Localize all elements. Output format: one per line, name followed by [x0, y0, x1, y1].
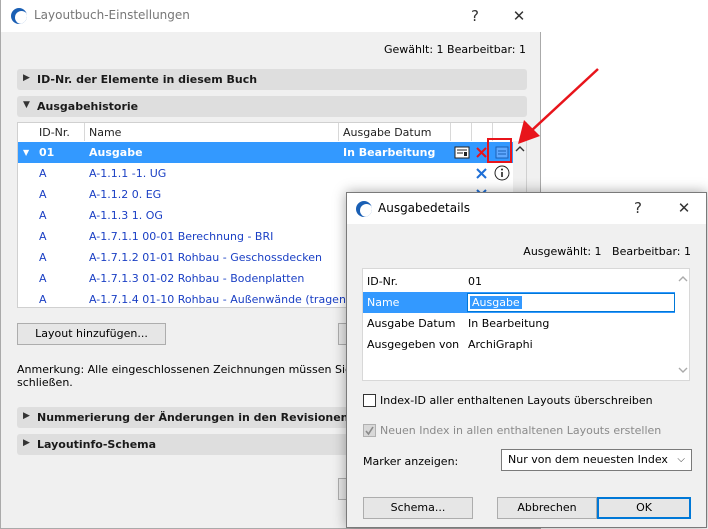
ok-button[interactable]: OK	[597, 497, 691, 519]
close-button[interactable]: ✕	[505, 5, 533, 27]
new-index-label[interactable]: Neuen Index in allen enthaltenen Layouts…	[380, 424, 661, 437]
archicad-app-icon	[11, 8, 27, 24]
marker-label: Marker anzeigen:	[363, 455, 459, 468]
detail-value: In Bearbeitung	[468, 317, 550, 330]
row-id: A	[39, 230, 47, 243]
layout-sheet-icon[interactable]	[454, 146, 470, 159]
column-separator[interactable]	[84, 123, 85, 141]
add-layout-button[interactable]: Layout hinzufügen...	[17, 323, 166, 345]
collapse-triangle-icon[interactable]: ▼	[23, 148, 29, 157]
info-icon[interactable]	[494, 165, 510, 181]
row-name: A-1.7.1.3 01-02 Rohbau - Bodenplatten	[89, 272, 305, 285]
archicad-app-icon	[356, 201, 372, 217]
cancel-button[interactable]: Abbrechen	[497, 497, 597, 519]
row-name: Ausgabe	[89, 146, 143, 159]
remove-x-icon[interactable]	[475, 167, 488, 180]
note-text-continued: schließen.	[17, 376, 73, 389]
section-layoutinfo-schema-label: Layoutinfo-Schema	[37, 438, 157, 451]
marker-select-value: Nur von dem neuesten Index	[508, 453, 668, 466]
section-issue-history-label: Ausgabehistorie	[37, 100, 139, 113]
section-issue-history[interactable]: ▼ Ausgabehistorie	[17, 96, 527, 117]
issue-details-dialog: Ausgabedetails ? ✕ Ausgewählt: 1 Bearbei…	[346, 192, 707, 528]
detail-label: Name	[367, 296, 400, 309]
row-name: A-1.7.1.1 00-01 Berechnung - BRI	[89, 230, 274, 243]
main-titlebar: Layoutbuch-Einstellungen ? ✕	[1, 0, 541, 32]
row-name: A-1.1.1 -1. UG	[89, 167, 167, 180]
row-name: A-1.1.3 1. OG	[89, 209, 163, 222]
selection-status: Gewählt: 1 Bearbeitbar: 1	[383, 43, 526, 56]
chevron-down-icon: ⌵	[677, 454, 685, 465]
scroll-up-icon[interactable]	[678, 275, 688, 283]
help-button[interactable]: ?	[461, 5, 489, 27]
row-id: A	[39, 188, 47, 201]
chevron-right-icon: ▶	[23, 438, 30, 448]
row-id: 01	[39, 146, 55, 159]
row-name: A-1.1.2 0. EG	[89, 188, 162, 201]
name-edit-field[interactable]: Ausgabe	[467, 293, 675, 312]
detail-row-issued-by[interactable]: Ausgegeben von ArchiGraphi	[363, 334, 675, 355]
detail-value: 01	[468, 275, 482, 288]
section-revision-numbering-label: Nummerierung der Änderungen in den Revis…	[37, 411, 349, 424]
schema-button[interactable]: Schema...	[363, 497, 473, 519]
detail-label: Ausgegeben von	[367, 338, 460, 351]
detail-label: ID-Nr.	[367, 275, 398, 288]
detail-row-id[interactable]: ID-Nr. 01	[363, 271, 675, 292]
column-separator[interactable]	[338, 123, 339, 141]
name-edit-value[interactable]: Ausgabe	[470, 296, 522, 309]
row-id: A	[39, 293, 47, 306]
annotation-highlight-box	[487, 138, 512, 163]
column-header-id[interactable]: ID-Nr.	[39, 123, 70, 141]
dialog-title: Ausgabedetails	[378, 201, 471, 215]
checkmark-icon	[365, 426, 374, 436]
detail-value: ArchiGraphi	[468, 338, 533, 351]
row-date: In Bearbeitung	[343, 146, 436, 159]
table-row-layout[interactable]: A A-1.1.1 -1. UG	[18, 163, 513, 184]
override-index-label[interactable]: Index-ID aller enthaltenen Layouts übers…	[380, 394, 653, 407]
window-title: Layoutbuch-Einstellungen	[34, 8, 190, 22]
row-id: A	[39, 251, 47, 264]
detail-label: Ausgabe Datum	[367, 317, 456, 330]
section-element-ids-label: ID-Nr. der Elemente in diesem Buch	[37, 73, 258, 86]
column-header-name[interactable]: Name	[89, 123, 121, 141]
row-name: A-1.7.1.4 01-10 Rohbau - Außenwände (tra…	[89, 293, 358, 306]
chevron-right-icon: ▶	[23, 73, 30, 83]
scroll-down-icon[interactable]	[678, 366, 688, 374]
issue-details-list: ID-Nr. 01 Name Ausgabe Ausgabe Datum In …	[362, 268, 690, 381]
chevron-right-icon: ▶	[23, 411, 30, 421]
row-id: A	[39, 272, 47, 285]
column-separator[interactable]	[471, 123, 472, 141]
row-id: A	[39, 209, 47, 222]
annotation-arrow-icon	[518, 68, 599, 144]
detail-row-name[interactable]: Name Ausgabe	[363, 292, 675, 313]
marker-select[interactable]: Nur von dem neuesten Index ⌵	[501, 449, 692, 471]
dialog-close-button[interactable]: ✕	[670, 197, 698, 219]
column-separator[interactable]	[450, 123, 451, 141]
detail-row-date[interactable]: Ausgabe Datum In Bearbeitung	[363, 313, 675, 334]
note-text: Anmerkung: Alle eingeschlossenen Zeichnu…	[17, 363, 373, 376]
chevron-down-icon: ▼	[23, 100, 30, 110]
dialog-titlebar: Ausgabedetails ? ✕	[347, 193, 706, 224]
row-id: A	[39, 167, 47, 180]
dialog-help-button[interactable]: ?	[624, 197, 652, 219]
row-name: A-1.7.1.2 01-01 Rohbau - Geschossdecken	[89, 251, 322, 264]
dialog-selection-status: Ausgewählt: 1 Bearbeitbar: 1	[523, 245, 691, 258]
column-header-date[interactable]: Ausgabe Datum	[343, 123, 431, 141]
override-index-checkbox[interactable]	[363, 394, 376, 407]
table-row-issue[interactable]: ▼ 01 Ausgabe In Bearbeitung	[18, 142, 513, 163]
new-index-checkbox[interactable]	[363, 424, 376, 437]
section-element-ids[interactable]: ▶ ID-Nr. der Elemente in diesem Buch	[17, 69, 527, 90]
